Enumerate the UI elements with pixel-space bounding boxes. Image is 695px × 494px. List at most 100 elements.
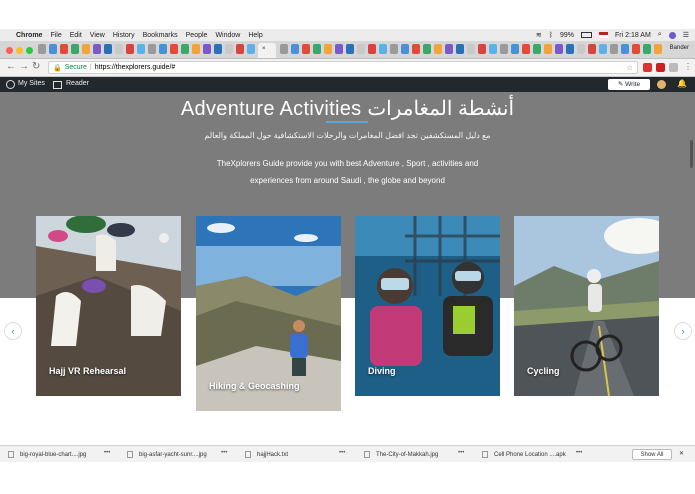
menu-app-name[interactable]: Chrome: [16, 32, 42, 39]
download-options-icon[interactable]: •••: [458, 450, 464, 456]
browser-tab[interactable]: [566, 44, 574, 54]
menubar-clock[interactable]: Fri 2:18 AM: [615, 32, 651, 39]
browser-tab[interactable]: [610, 44, 618, 54]
download-item[interactable]: The-City-of-Makkah.jpg: [364, 451, 438, 458]
browser-tab[interactable]: [511, 44, 519, 54]
menu-bookmarks[interactable]: Bookmarks: [143, 32, 178, 39]
extension-icon[interactable]: [669, 63, 678, 72]
browser-tab[interactable]: [225, 44, 233, 54]
download-options-icon[interactable]: •••: [576, 450, 582, 456]
browser-tab[interactable]: [456, 44, 464, 54]
browser-tab[interactable]: [137, 44, 145, 54]
minimize-window-icon[interactable]: [16, 47, 23, 54]
bluetooth-icon[interactable]: ᛒ: [549, 32, 553, 39]
browser-tab[interactable]: [93, 44, 101, 54]
battery-percent[interactable]: 99%: [560, 32, 574, 39]
card-diving[interactable]: Diving: [355, 216, 500, 396]
chrome-menu-icon[interactable]: ⋮: [684, 62, 692, 71]
menu-window[interactable]: Window: [215, 32, 240, 39]
browser-tab[interactable]: [423, 44, 431, 54]
browser-tab[interactable]: [181, 44, 189, 54]
browser-tab[interactable]: [82, 44, 90, 54]
browser-tab[interactable]: [379, 44, 387, 54]
browser-tab[interactable]: [126, 44, 134, 54]
browser-tab[interactable]: [555, 44, 563, 54]
menu-edit[interactable]: Edit: [70, 32, 82, 39]
zoom-window-icon[interactable]: [26, 47, 33, 54]
secure-label[interactable]: Secure: [65, 64, 87, 71]
bookmark-star-icon[interactable]: ☆: [627, 64, 633, 72]
extension-icon[interactable]: [656, 63, 665, 72]
browser-tab[interactable]: [588, 44, 596, 54]
lock-icon[interactable]: 🔒: [53, 64, 62, 72]
back-icon[interactable]: ←: [6, 61, 16, 72]
browser-tab[interactable]: [192, 44, 200, 54]
browser-tab[interactable]: [489, 44, 497, 54]
browser-tab[interactable]: [445, 44, 453, 54]
carousel-next-button[interactable]: ›: [674, 322, 692, 340]
browser-tab[interactable]: [313, 44, 321, 54]
browser-tab[interactable]: [247, 44, 255, 54]
download-item[interactable]: big-asfar-yacht-sunr....jpg: [127, 451, 207, 458]
browser-tab[interactable]: [49, 44, 57, 54]
browser-tab[interactable]: [621, 44, 629, 54]
browser-tab[interactable]: [214, 44, 222, 54]
browser-tab[interactable]: [643, 44, 651, 54]
reload-icon[interactable]: ↻: [32, 61, 40, 72]
card-cycling[interactable]: Cycling: [514, 216, 659, 396]
menu-history[interactable]: History: [113, 32, 135, 39]
browser-tab[interactable]: [500, 44, 508, 54]
flag-icon[interactable]: [599, 32, 608, 38]
download-item[interactable]: Cell Phone Location ....apk: [482, 451, 566, 458]
browser-tab[interactable]: [434, 44, 442, 54]
browser-tab[interactable]: [291, 44, 299, 54]
download-options-icon[interactable]: •••: [221, 450, 227, 456]
browser-tab[interactable]: [544, 44, 552, 54]
notifications-bell-icon[interactable]: 🔔: [677, 79, 687, 88]
avatar[interactable]: [657, 80, 666, 89]
browser-tab[interactable]: [280, 44, 288, 54]
download-options-icon[interactable]: •••: [104, 450, 110, 456]
download-options-icon[interactable]: •••: [339, 450, 345, 456]
card-hajj-vr-rehearsal[interactable]: Hajj VR Rehearsal: [36, 216, 181, 396]
siri-icon[interactable]: [668, 31, 676, 39]
browser-tab[interactable]: [335, 44, 343, 54]
card-hiking-geocashing[interactable]: Hiking & Geocashing: [196, 216, 341, 411]
scrollbar-thumb[interactable]: [690, 140, 693, 168]
profile-button[interactable]: Bander: [670, 45, 689, 51]
tab-active[interactable]: ×: [258, 43, 276, 58]
menu-view[interactable]: View: [90, 32, 105, 39]
browser-tab[interactable]: [346, 44, 354, 54]
browser-tab[interactable]: [368, 44, 376, 54]
browser-tab[interactable]: [104, 44, 112, 54]
browser-tab[interactable]: [170, 44, 178, 54]
forward-icon[interactable]: →: [19, 61, 29, 72]
close-window-icon[interactable]: [6, 47, 13, 54]
address-bar[interactable]: 🔒 Secure | https://thexplorers.guide/# ☆: [48, 61, 638, 74]
browser-tab[interactable]: [654, 44, 662, 54]
reader-link[interactable]: Reader: [66, 80, 89, 87]
notification-center-icon[interactable]: ☰: [683, 31, 689, 39]
browser-tab[interactable]: [577, 44, 585, 54]
browser-tab[interactable]: [401, 44, 409, 54]
browser-tab[interactable]: [302, 44, 310, 54]
my-sites-link[interactable]: My Sites: [18, 80, 45, 87]
download-item[interactable]: hajjHack.txt: [245, 451, 288, 458]
browser-tab[interactable]: [71, 44, 79, 54]
browser-tab[interactable]: [390, 44, 398, 54]
browser-tab[interactable]: [148, 44, 156, 54]
browser-tab[interactable]: [522, 44, 530, 54]
extension-icon[interactable]: [643, 63, 652, 72]
browser-tab[interactable]: [236, 44, 244, 54]
download-item[interactable]: big-royal-blue-chart....jpg: [8, 451, 86, 458]
close-shelf-icon[interactable]: ✕: [679, 450, 684, 457]
browser-tab[interactable]: [159, 44, 167, 54]
wifi-icon[interactable]: ≋: [536, 31, 542, 39]
menu-help[interactable]: Help: [248, 32, 262, 39]
browser-tab[interactable]: [632, 44, 640, 54]
carousel-prev-button[interactable]: ‹: [4, 322, 22, 340]
browser-tab[interactable]: [467, 44, 475, 54]
browser-tab[interactable]: [203, 44, 211, 54]
spotlight-search-icon[interactable]: ⌕: [658, 31, 662, 39]
browser-tab[interactable]: [60, 44, 68, 54]
